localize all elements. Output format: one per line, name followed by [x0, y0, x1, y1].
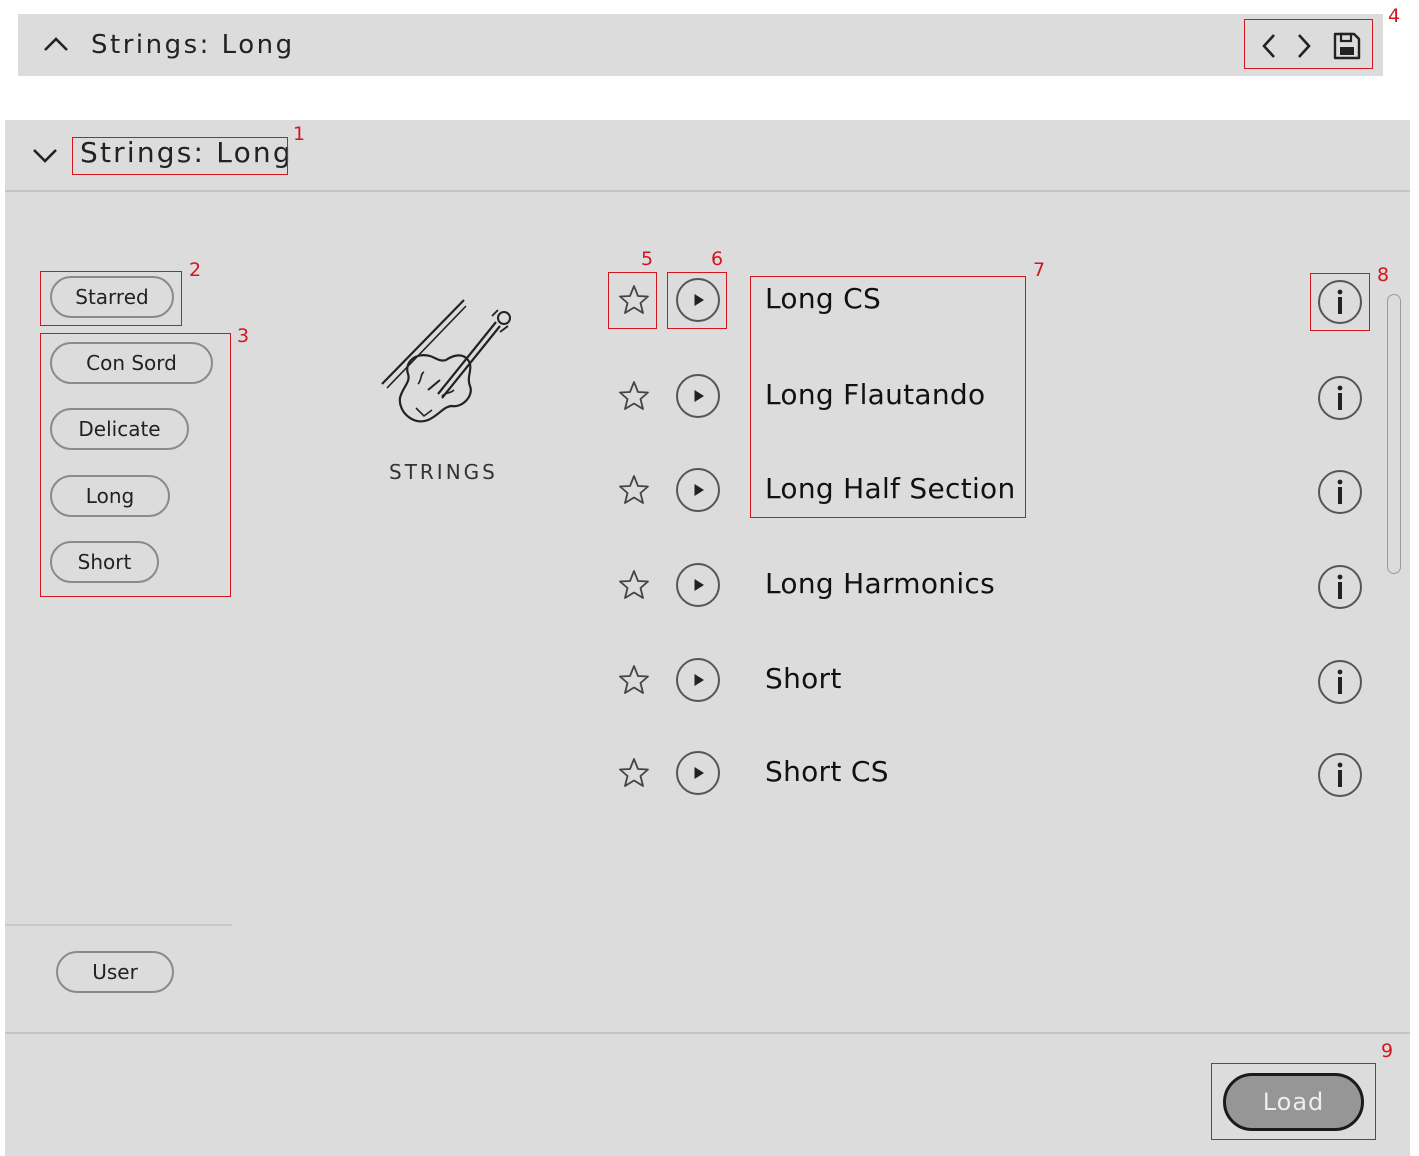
panel-title: Strings: Long [80, 136, 293, 169]
star-icon[interactable] [618, 474, 650, 506]
play-preview-icon[interactable] [675, 562, 721, 608]
collapsed-bar-title: Strings: Long [91, 30, 295, 60]
chevron-right-icon[interactable] [1294, 32, 1314, 60]
preset-name[interactable]: Long Flautando [765, 378, 985, 411]
callout-number-1: 1 [293, 123, 306, 145]
list-scrollbar[interactable] [1387, 294, 1401, 574]
play-preview-icon[interactable] [675, 750, 721, 796]
sidebar-divider [5, 924, 232, 926]
tag-filter-long[interactable]: Long [50, 475, 170, 517]
chevron-up-icon[interactable] [42, 34, 70, 54]
user-filter-button[interactable]: User [56, 951, 174, 993]
starred-filter-button[interactable]: Starred [50, 276, 174, 318]
callout-number-4: 4 [1388, 5, 1401, 27]
tag-filter-con-sord[interactable]: Con Sord [50, 342, 213, 384]
preset-name[interactable]: Short CS [765, 755, 889, 788]
play-preview-icon[interactable] [675, 277, 721, 323]
star-icon[interactable] [618, 664, 650, 696]
violin-bow-icon [381, 299, 511, 423]
header-divider [5, 190, 1410, 192]
preset-name[interactable]: Long Harmonics [765, 567, 995, 600]
preset-name[interactable]: Short [765, 662, 842, 695]
info-icon[interactable] [1317, 469, 1363, 515]
info-icon[interactable] [1317, 659, 1363, 705]
play-preview-icon[interactable] [675, 373, 721, 419]
info-icon[interactable] [1317, 564, 1363, 610]
load-button[interactable]: Load [1223, 1073, 1364, 1131]
preset-name[interactable]: Long Half Section [765, 472, 1016, 505]
info-icon[interactable] [1317, 279, 1363, 325]
category-label: STRINGS [389, 460, 498, 484]
chevron-down-icon[interactable] [31, 146, 59, 166]
info-icon[interactable] [1317, 375, 1363, 421]
preset-name[interactable]: Long CS [765, 282, 881, 315]
callout-number-9: 9 [1381, 1040, 1394, 1062]
callout-number-6: 6 [711, 248, 724, 270]
star-icon[interactable] [618, 380, 650, 412]
info-icon[interactable] [1317, 752, 1363, 798]
collapsed-preset-bar: Strings: Long [18, 14, 1383, 76]
tag-filter-short[interactable]: Short [50, 541, 159, 583]
tag-filter-delicate[interactable]: Delicate [50, 408, 189, 450]
callout-number-2: 2 [189, 259, 202, 281]
star-icon[interactable] [618, 757, 650, 789]
star-icon[interactable] [618, 569, 650, 601]
preset-browser-panel: Strings: Long [5, 120, 1410, 1156]
callout-number-8: 8 [1377, 264, 1390, 286]
footer-divider [5, 1032, 1410, 1034]
save-disk-icon[interactable] [1332, 31, 1362, 61]
callout-number-3: 3 [237, 325, 250, 347]
callout-number-7: 7 [1033, 259, 1046, 281]
callout-number-5: 5 [641, 248, 654, 270]
chevron-left-icon[interactable] [1259, 32, 1279, 60]
play-preview-icon[interactable] [675, 467, 721, 513]
star-icon[interactable] [618, 284, 650, 316]
play-preview-icon[interactable] [675, 657, 721, 703]
